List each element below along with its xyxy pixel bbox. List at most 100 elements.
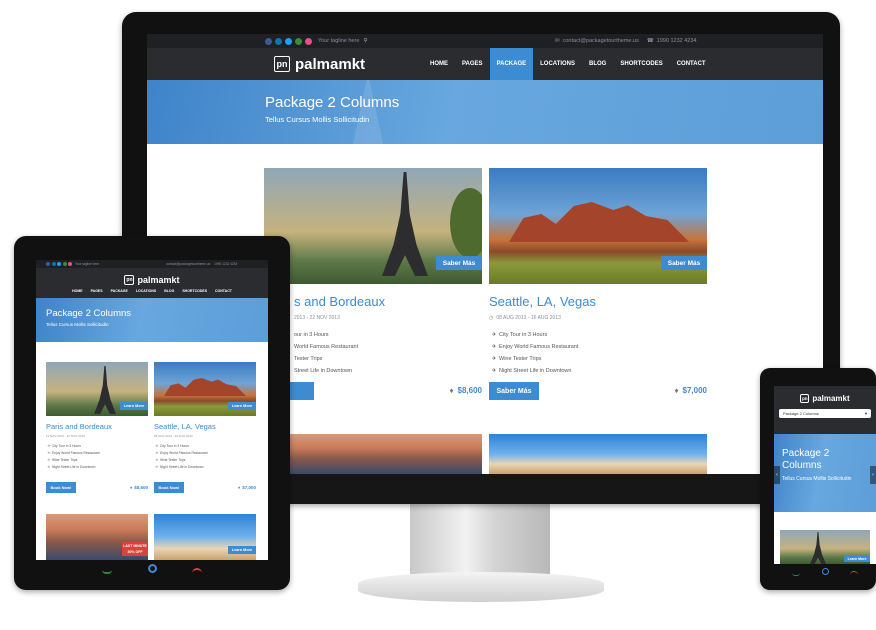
site-logo[interactable]: pn palmamkt — [274, 56, 365, 73]
feature-item: World Famous Restaurant — [294, 341, 358, 353]
monitor-stand-base — [358, 572, 604, 602]
tag-icon: ♦ — [449, 386, 454, 395]
menu: HOME PAGES PACKAGE LOCATIONS BLOG SHORTC… — [68, 289, 236, 293]
chevron-down-icon: ▼ — [864, 411, 868, 416]
card-photo-beach[interactable] — [489, 434, 707, 474]
menu-item-package[interactable]: PACKAGE — [489, 48, 534, 80]
menu-item-pages[interactable]: PAGES — [455, 48, 490, 80]
menu-item-home[interactable]: HOME — [423, 48, 455, 80]
tablet-device: Your tagline here contact@packagetourthe… — [14, 236, 290, 590]
tree — [450, 188, 482, 258]
contact-email[interactable]: contact@packagetourtheme.us — [166, 262, 210, 266]
phone-device: pn palmamkt Package 2 Columns ▼ Package … — [760, 368, 876, 590]
learn-more-badge[interactable]: Learn More — [844, 555, 870, 562]
price-value: $8,600 — [457, 386, 482, 395]
feature-text: Wine Tester Trips — [52, 457, 78, 462]
slider-prev-icon[interactable]: ‹ — [774, 466, 780, 484]
card-title[interactable]: Seattle, LA, Vegas — [154, 422, 216, 431]
rock-formation — [164, 378, 246, 396]
tablet-nav-menu-icon[interactable] — [192, 568, 202, 573]
card-photo-seattle[interactable]: Saber Más — [489, 168, 707, 284]
logo-mark: pn — [274, 56, 290, 72]
facebook-icon[interactable] — [265, 37, 272, 45]
eiffel-tower — [810, 532, 826, 564]
tag-icon: ♦ — [674, 386, 679, 395]
book-button[interactable]: Book Now! — [154, 482, 184, 493]
menu-item-locations[interactable]: LOCATIONS — [132, 289, 160, 293]
calendar-icon: ◷ — [489, 315, 494, 321]
card-title[interactable]: s and Bordeaux — [294, 294, 385, 309]
page-banner: Package 2 Columns Tellus Cursus Mollis S… — [36, 298, 268, 342]
linkedin-icon[interactable] — [51, 262, 56, 266]
page-subtitle: Tellus Cursus Mollis Sollicitudin — [265, 115, 370, 124]
menu-item-blog[interactable]: BLOG — [582, 48, 613, 80]
tag-icon: ♦ — [129, 485, 133, 490]
package-card-seattle: Saber Más Seattle, LA, Vegas ◷ 08 AUG 20… — [489, 168, 707, 408]
sale-badge: LAST MINUTE 30% OFF — [122, 542, 148, 556]
eiffel-tower — [382, 172, 428, 276]
menu-item-locations[interactable]: LOCATIONS — [533, 48, 582, 80]
price: ♦ $8,600 — [449, 386, 482, 395]
dribbble-icon[interactable] — [305, 37, 312, 45]
menu-item-contact[interactable]: CONTACT — [211, 289, 236, 293]
facebook-icon[interactable] — [46, 262, 50, 266]
learn-more-badge[interactable]: Saber Más — [661, 256, 707, 270]
linkedin-icon[interactable] — [275, 37, 282, 45]
plane-icon: ✈ — [491, 344, 497, 350]
dribbble-icon[interactable] — [68, 262, 72, 266]
learn-more-badge[interactable]: Learn More — [120, 402, 148, 410]
menu-item-shortcodes[interactable]: SHORTCODES — [178, 289, 211, 293]
feature-list: ✈ City Tour in 3 Hours ✈ Enjoy World Famou… — [154, 442, 208, 470]
phone-nav-home-icon[interactable] — [822, 568, 829, 575]
tagline: Your tagline here — [75, 262, 99, 266]
price: ♦ $7,000 — [238, 485, 256, 490]
card-date: 2013 - 22 NOV 2013 — [294, 315, 340, 321]
menu-item-blog[interactable]: BLOG — [160, 289, 178, 293]
plane-icon: ✈ — [491, 356, 497, 362]
feature-text: City Tour in 3 Hours — [499, 332, 548, 338]
mobile-menu-select[interactable]: Package 2 Columns ▼ — [779, 409, 871, 418]
card-photo-venice[interactable] — [264, 434, 482, 474]
site-logo[interactable]: pn palmamkt — [800, 394, 850, 403]
feature-text: our in 3 Hours — [294, 332, 329, 338]
feature-text: Wine Tester Trips — [160, 457, 186, 462]
site-logo[interactable]: pn palmamkt — [124, 275, 180, 285]
contact-email[interactable]: contact@packagetourtheme.us — [563, 38, 639, 44]
flickr-icon[interactable] — [295, 37, 302, 45]
card-photo-beach[interactable]: Learn More — [154, 514, 256, 560]
learn-more-badge[interactable]: Learn More — [228, 546, 256, 554]
tag-icon: ♦ — [237, 485, 241, 490]
card-photo-venice[interactable]: LAST MINUTE 30% OFF — [46, 514, 148, 560]
card-photo-paris[interactable]: Learn More — [780, 530, 870, 564]
feature-text: Enjoy World Famous Restaurant — [160, 450, 208, 455]
menu-item-package[interactable]: PACKAGE — [107, 289, 132, 293]
main-nav: pn palmamkt HOME PAGES PACKAGE LOCATIONS… — [147, 48, 823, 80]
price: ♦ $7,000 — [674, 386, 707, 395]
feature-list: ✈ City Tour in 3 Hours ✈ Enjoy World Famou… — [489, 329, 579, 377]
menu-item-home[interactable]: HOME — [68, 289, 87, 293]
menu-item-contact[interactable]: CONTACT — [670, 48, 713, 80]
card-photo-seattle[interactable]: Learn More — [154, 362, 256, 416]
card-photo-paris[interactable]: Saber Más — [264, 168, 482, 284]
card-title[interactable]: Seattle, LA, Vegas — [489, 294, 596, 309]
flickr-icon[interactable] — [62, 262, 67, 266]
book-button[interactable]: Book Now! — [46, 482, 76, 493]
feature-item: ✈ City Tour in 3 Hours — [489, 329, 578, 341]
feature-item: ✈ City Tour in 3 Hours — [46, 442, 100, 449]
twitter-icon[interactable] — [57, 262, 61, 266]
tablet-nav-home-icon[interactable] — [148, 564, 157, 573]
menu-item-shortcodes[interactable]: SHORTCODES — [613, 48, 669, 80]
phone-nav-menu-icon[interactable] — [850, 571, 858, 575]
search-icon[interactable]: ⚲ — [363, 38, 367, 44]
book-button[interactable]: Saber Más — [489, 382, 539, 400]
slider-next-icon[interactable]: › — [870, 466, 876, 484]
learn-more-badge[interactable]: Learn More — [228, 402, 256, 410]
menu: HOME PAGES PACKAGE LOCATIONS BLOG SHORTC… — [423, 48, 713, 80]
feature-text: Night Street Life in Downtown — [160, 464, 204, 469]
learn-more-badge[interactable]: Saber Más — [436, 256, 482, 270]
package-card-seattle: Learn More Seattle, LA, Vegas 08 AUG 201… — [154, 362, 256, 502]
twitter-icon[interactable] — [285, 37, 292, 45]
card-photo-paris[interactable]: Learn More — [46, 362, 148, 416]
menu-item-pages[interactable]: PAGES — [87, 289, 107, 293]
card-title[interactable]: Paris and Bordeaux — [46, 422, 112, 431]
